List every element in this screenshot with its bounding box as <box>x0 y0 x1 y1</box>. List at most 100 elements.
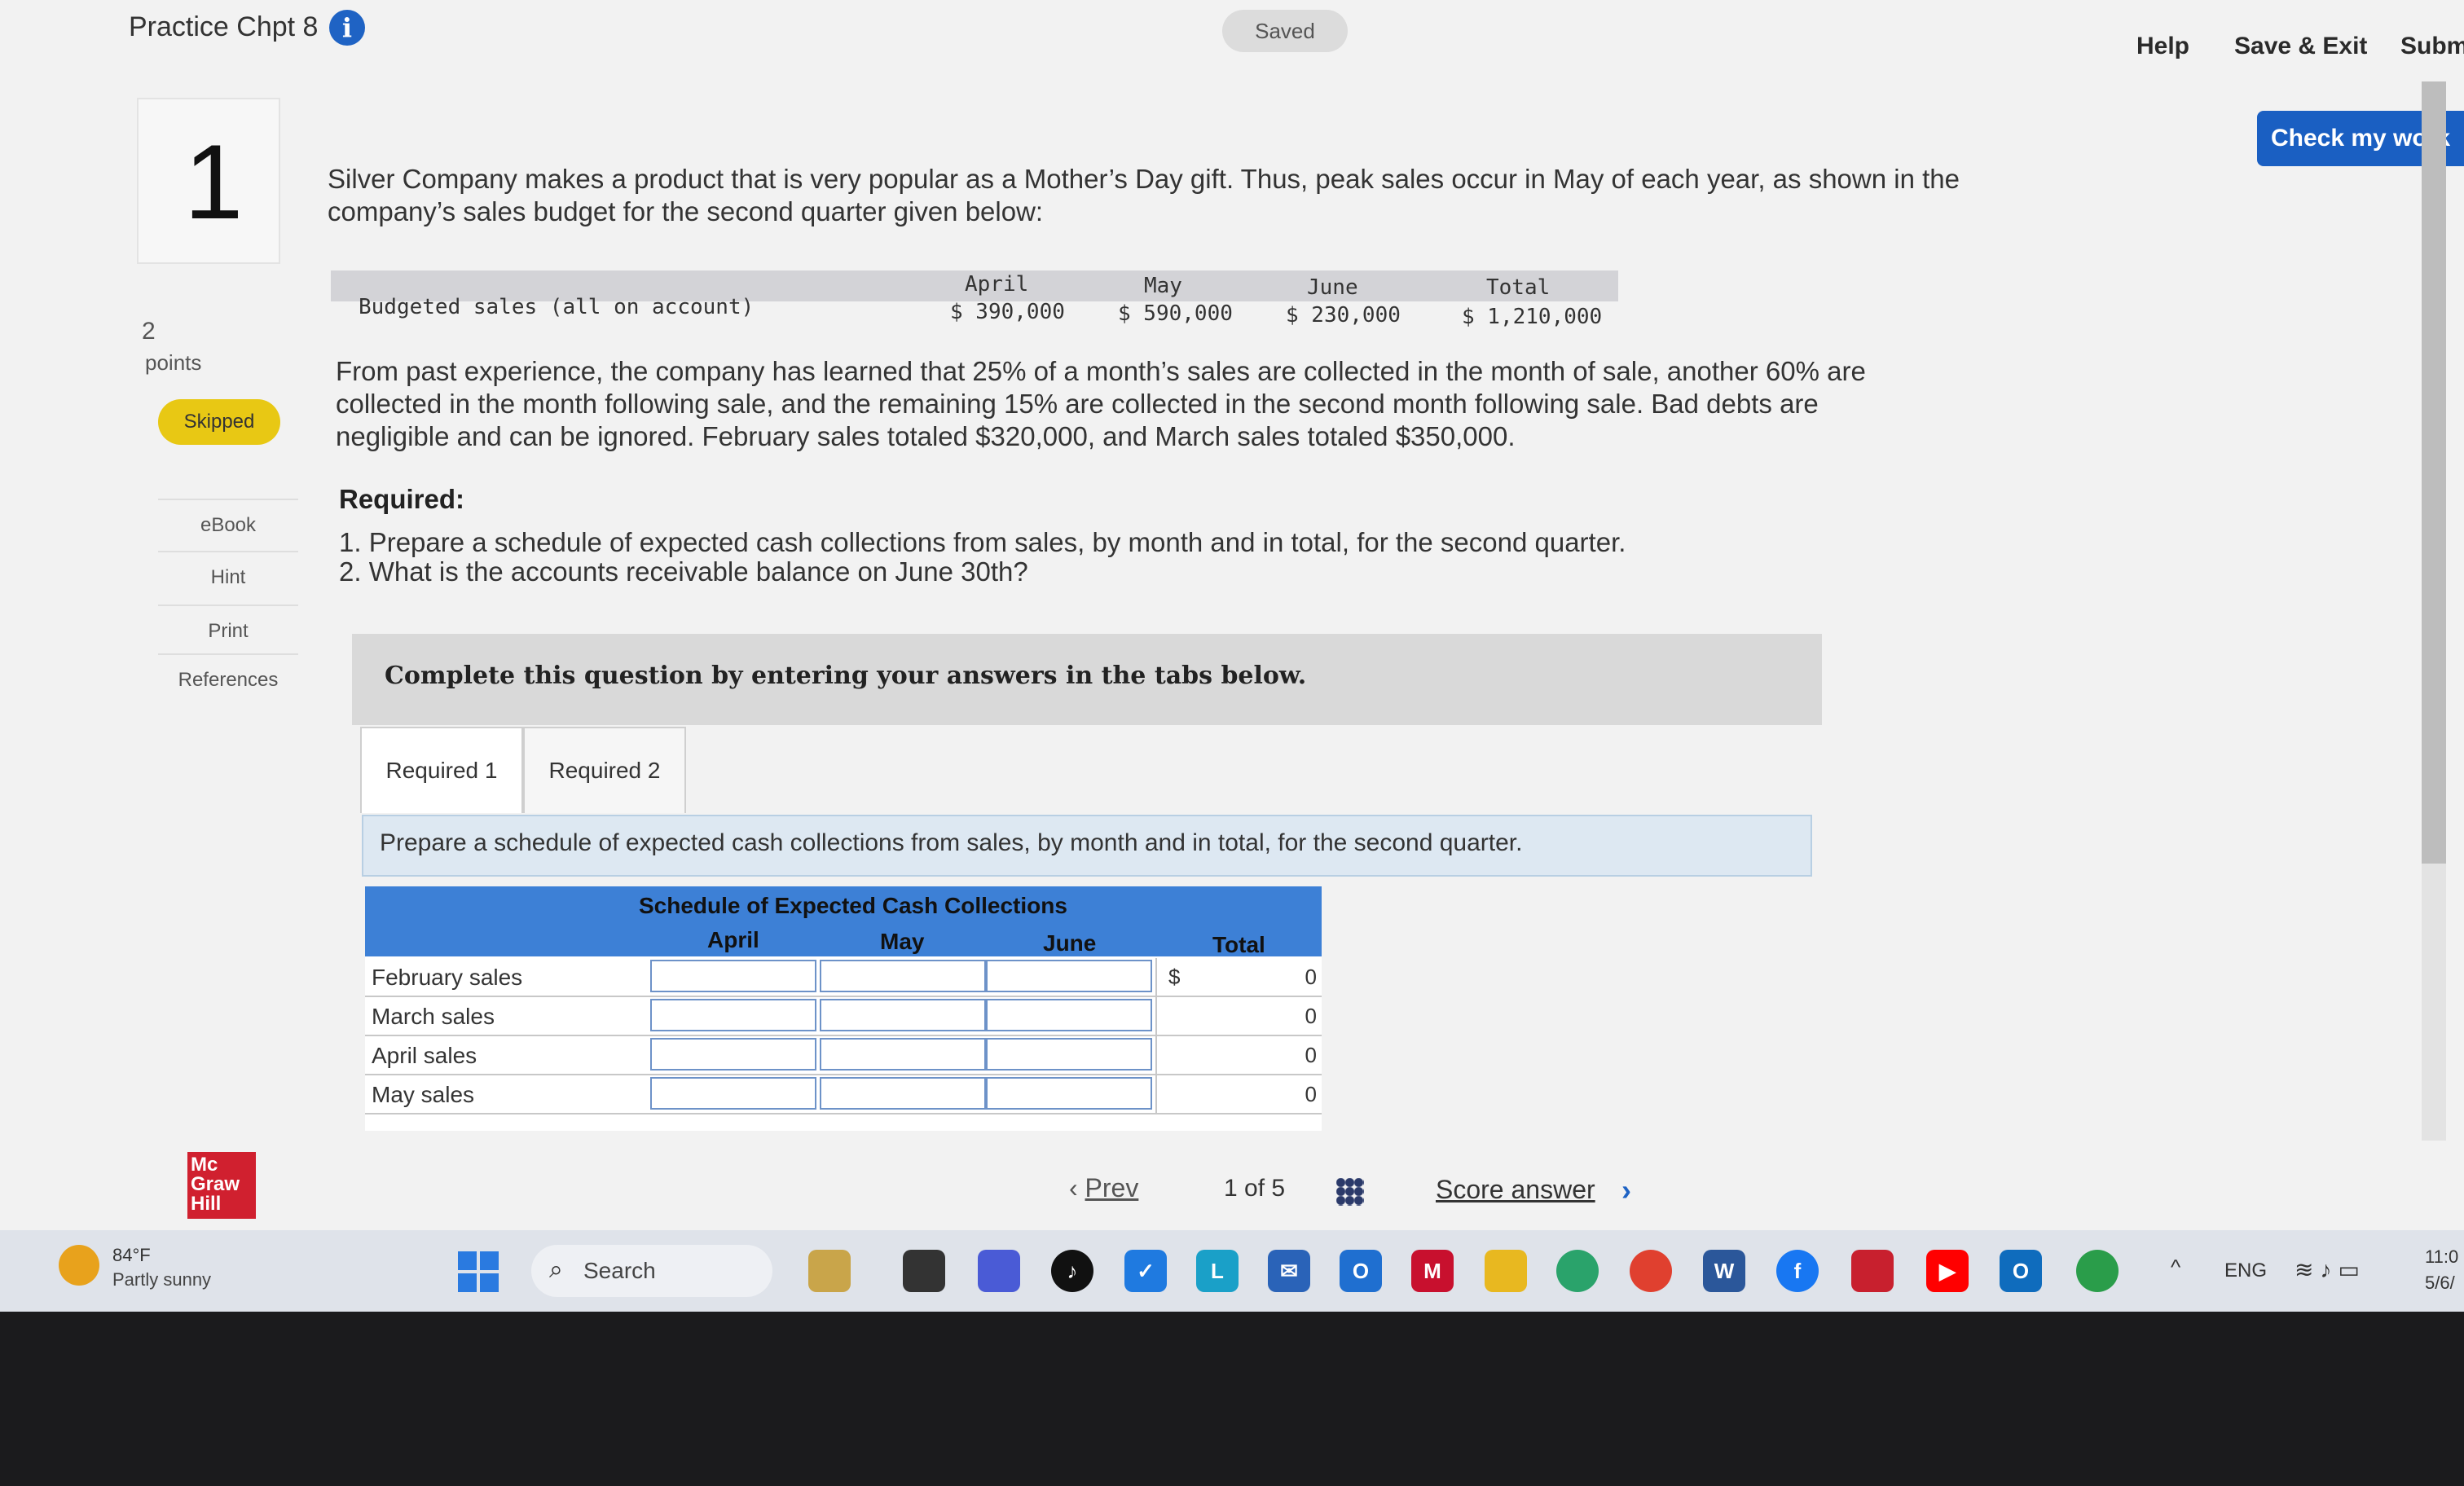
total-value: 0 <box>1305 1082 1317 1106</box>
l-app-icon[interactable]: L <box>1196 1250 1239 1292</box>
outlook-icon[interactable]: O <box>1340 1250 1382 1292</box>
info-icon[interactable]: i <box>329 10 365 46</box>
april-april-input[interactable] <box>650 1038 816 1071</box>
total-value: 0 <box>1305 965 1317 989</box>
search-icon: ⌕ <box>549 1256 563 1283</box>
sales-budget-month-april: April <box>965 272 1029 297</box>
chrome-icon[interactable] <box>1630 1250 1672 1292</box>
april-may-input[interactable] <box>820 1038 986 1071</box>
total-value: 0 <box>1305 1004 1317 1028</box>
march-april-input[interactable] <box>650 999 816 1031</box>
cash-collections-schedule: Schedule of Expected Cash Collections Ap… <box>365 886 1322 1131</box>
row-label: April sales <box>372 1043 477 1068</box>
facebook-icon[interactable]: f <box>1776 1250 1819 1292</box>
column-header-may: May <box>880 929 925 954</box>
word-icon[interactable]: W <box>1703 1250 1745 1292</box>
assignment-title: Practice Chpt 8 <box>129 11 319 42</box>
prev-button[interactable]: ‹ Prev <box>1069 1173 1138 1203</box>
weather-description[interactable]: Partly sunny <box>112 1269 211 1290</box>
chevron-left-icon: ‹ <box>1069 1173 1085 1202</box>
weather-temperature[interactable]: 84°F <box>112 1245 151 1266</box>
points-label: points <box>145 350 202 375</box>
sales-budget-value-june: $ 230,000 <box>1286 303 1401 328</box>
sales-budget-table: Budgeted sales (all on account) April Ma… <box>331 270 1618 329</box>
tab-prompt-bar: Prepare a schedule of expected cash coll… <box>362 815 1812 877</box>
references-link[interactable]: References <box>158 653 298 706</box>
save-exit-link[interactable]: Save & Exit <box>2234 33 2367 60</box>
youtube-icon[interactable]: ▶ <box>1926 1250 1969 1292</box>
edge-icon[interactable] <box>1556 1250 1599 1292</box>
teams-chat-icon[interactable] <box>978 1250 1020 1292</box>
chevron-right-icon[interactable]: › <box>1621 1173 1631 1207</box>
question-number: 1 <box>184 122 244 241</box>
page-total: 5 <box>1271 1175 1286 1202</box>
widgets-icon[interactable] <box>808 1250 851 1292</box>
required-item-1: 1. Prepare a schedule of expected cash c… <box>339 527 1626 557</box>
may-may-input[interactable] <box>820 1077 986 1110</box>
search-label: Search <box>583 1258 656 1283</box>
weather-sun-icon[interactable] <box>59 1245 99 1286</box>
page-indicator: 1 of 5 <box>1224 1175 1285 1202</box>
chevron-up-icon[interactable]: ^ <box>2171 1255 2180 1280</box>
help-link[interactable]: Help <box>2136 33 2189 60</box>
folder-icon[interactable] <box>1485 1250 1527 1292</box>
prev-label: Prev <box>1085 1173 1139 1202</box>
column-header-april: April <box>707 927 759 952</box>
total-value: 0 <box>1305 1043 1317 1067</box>
scrollbar-thumb[interactable] <box>2422 81 2446 864</box>
taskbar-search[interactable]: ⌕ Search <box>531 1245 772 1297</box>
question-grid-icon[interactable] <box>1336 1178 1364 1206</box>
sales-budget-value-april: $ 390,000 <box>950 300 1065 324</box>
file-explorer-icon[interactable] <box>903 1250 945 1292</box>
mcafee-icon[interactable]: M <box>1411 1250 1454 1292</box>
row-label: February sales <box>372 965 523 990</box>
may-april-input[interactable] <box>650 1077 816 1110</box>
mail-icon[interactable]: ✉ <box>1268 1250 1310 1292</box>
sales-budget-value-may: $ 590,000 <box>1118 301 1233 326</box>
tab-required-2[interactable]: Required 2 <box>523 727 686 813</box>
score-answer-link[interactable]: Score answer <box>1436 1175 1595 1205</box>
clock-date[interactable]: 5/6/ <box>2425 1273 2455 1294</box>
sales-budget-row-label: Budgeted sales (all on account) <box>359 295 755 319</box>
page-of: of <box>1244 1175 1265 1202</box>
outlook-desktop-icon[interactable]: O <box>2000 1250 2042 1292</box>
tab-prompt-text: Prepare a schedule of expected cash coll… <box>380 829 1523 856</box>
schedule-label-header <box>365 922 645 956</box>
bank-icon[interactable] <box>1851 1250 1894 1292</box>
wifi-volume-battery-icon[interactable]: ≋♪▭ <box>2295 1256 2366 1283</box>
may-june-input[interactable] <box>986 1077 1152 1110</box>
required-heading: Required: <box>339 484 465 514</box>
hint-link[interactable]: Hint <box>158 551 298 603</box>
may-total-cell: 0 <box>1155 1075 1323 1113</box>
instructions-bar: Complete this question by entering your … <box>352 634 1822 725</box>
table-row: April sales 0 <box>365 1036 1322 1075</box>
print-link[interactable]: Print <box>158 605 298 657</box>
windows-start-icon[interactable] <box>458 1251 499 1292</box>
march-june-input[interactable] <box>986 999 1152 1031</box>
language-indicator[interactable]: ENG <box>2224 1260 2267 1282</box>
sales-budget-month-total: Total <box>1486 275 1551 300</box>
question-intro: Silver Company makes a product that is v… <box>328 164 1960 226</box>
dollar-sign: $ <box>1168 965 1181 989</box>
browser-screen: Practice Chpt 8 i Saved Help Save & Exit… <box>0 0 2464 1312</box>
february-april-input[interactable] <box>650 960 816 992</box>
row-label: May sales <box>372 1082 475 1107</box>
sales-budget-month-june: June <box>1307 275 1358 300</box>
row-label: March sales <box>372 1004 495 1029</box>
tiktok-icon[interactable]: ♪ <box>1051 1250 1093 1292</box>
chrome-profile-icon[interactable] <box>2076 1250 2119 1292</box>
points-value: 2 <box>142 318 156 345</box>
collection-experience-text: From past experience, the company has le… <box>336 356 1866 451</box>
april-june-input[interactable] <box>986 1038 1152 1071</box>
required-item-2: 2. What is the accounts receivable balan… <box>339 556 1028 587</box>
february-may-input[interactable] <box>820 960 986 992</box>
clock-time[interactable]: 11:0 <box>2425 1246 2458 1268</box>
submit-link[interactable]: Subm <box>2400 33 2464 60</box>
page-scrollbar[interactable] <box>2422 81 2446 1141</box>
tab-required-1[interactable]: Required 1 <box>360 727 523 813</box>
todo-check-icon[interactable]: ✓ <box>1124 1250 1167 1292</box>
ebook-link[interactable]: eBook <box>158 499 298 551</box>
february-june-input[interactable] <box>986 960 1152 992</box>
schedule-title: Schedule of Expected Cash Collections <box>639 893 1067 918</box>
march-may-input[interactable] <box>820 999 986 1031</box>
